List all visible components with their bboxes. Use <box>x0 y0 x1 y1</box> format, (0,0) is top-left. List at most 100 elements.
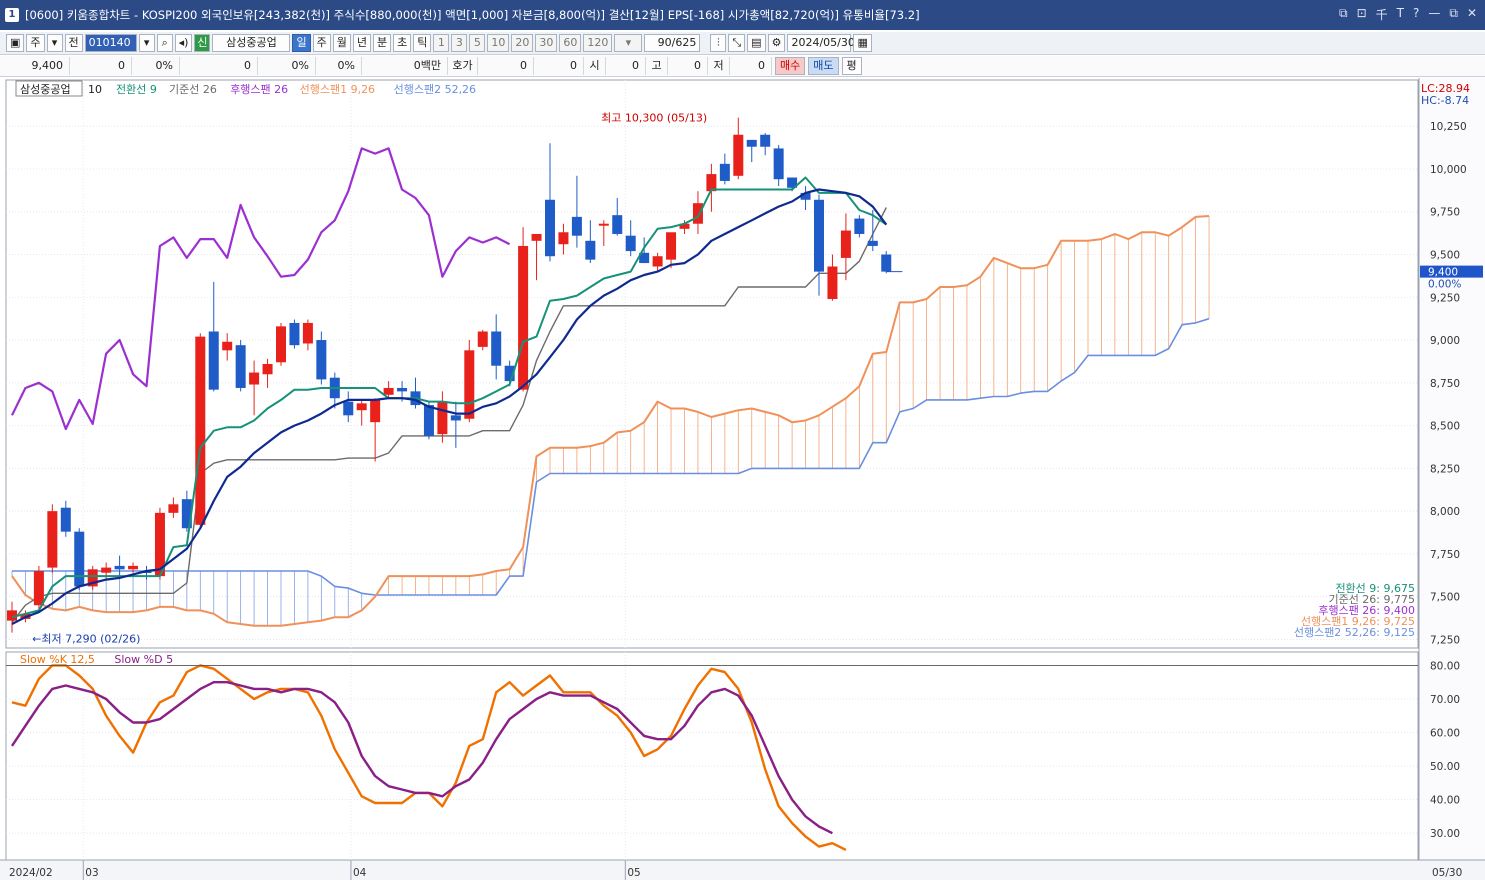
stochastic-legend-item: Slow %D 5 <box>114 653 173 666</box>
text-icon[interactable]: T <box>1397 6 1404 23</box>
stochastic-y-tick-label: 30.00 <box>1430 828 1460 840</box>
minute-option-10[interactable]: 10 <box>487 34 510 52</box>
x-axis-area <box>0 860 1485 880</box>
open-label: 시 <box>584 57 606 75</box>
settings-gear-icon[interactable]: ⚙ <box>767 34 786 52</box>
open-value: 0 <box>606 57 646 75</box>
x-tick-label: 2024/02 <box>9 867 53 879</box>
main-y-tick-label: 9,000 <box>1430 335 1460 347</box>
tab-day[interactable]: 일 <box>292 34 311 52</box>
candle-body <box>276 326 286 363</box>
low-label: 저 <box>708 57 730 75</box>
hoga-label: 호가 <box>448 57 478 75</box>
tab-second[interactable]: 초 <box>393 34 412 52</box>
custom-minute-input[interactable]: ▾ <box>614 34 643 52</box>
panel-toggle-icon[interactable]: ▣ <box>6 34 25 52</box>
minute-option-20[interactable]: 20 <box>511 34 534 52</box>
minute-option-5[interactable]: 5 <box>469 34 486 52</box>
date-input[interactable]: 2024/05/30 <box>787 34 855 52</box>
price-change: 0 <box>70 57 132 75</box>
low-value: 0 <box>730 57 772 75</box>
pin-icon[interactable]: 千 <box>1376 6 1388 23</box>
current-pct-label: 0.00% <box>1428 279 1461 291</box>
candle-body <box>114 565 125 570</box>
trade-amount: 0백만 <box>362 57 448 75</box>
speaker-icon[interactable]: ◂) <box>174 34 193 52</box>
help-icon[interactable]: ? <box>1413 6 1419 23</box>
calendar-icon[interactable]: ▦ <box>853 34 872 52</box>
candle-body <box>760 134 771 147</box>
dropdown-arrow-icon[interactable]: ▾ <box>46 34 63 52</box>
candle-body <box>128 565 139 570</box>
sell-order-button[interactable]: 매도 <box>808 57 839 75</box>
layout-icon[interactable]: ⊡ <box>1357 6 1367 23</box>
minute-option-30[interactable]: 30 <box>535 34 558 52</box>
candle-body <box>558 232 569 245</box>
tab-year[interactable]: 년 <box>352 34 371 52</box>
tab-minute[interactable]: 분 <box>372 34 392 52</box>
candle-body <box>208 331 219 390</box>
prefix-button[interactable]: 전 <box>64 34 83 52</box>
code-dropdown-icon[interactable]: ▾ <box>138 34 155 52</box>
minute-option-120[interactable]: 120 <box>583 34 613 52</box>
crosshair-icon[interactable]: ⤡ <box>728 34 746 52</box>
candle-body <box>518 245 529 390</box>
main-y-tick-label: 9,250 <box>1430 292 1460 304</box>
candle-body <box>612 215 623 234</box>
candle-body <box>531 233 542 241</box>
stochastic-y-tick-label: 60.00 <box>1430 728 1460 740</box>
main-y-tick-label: 10,250 <box>1430 121 1467 133</box>
count-display[interactable]: 90/625 <box>644 34 701 52</box>
candle-body <box>545 199 555 257</box>
minute-option-60[interactable]: 60 <box>559 34 582 52</box>
minimize-icon[interactable]: — <box>1428 6 1440 23</box>
main-y-tick-label: 8,500 <box>1430 421 1460 433</box>
minute-option-1[interactable]: 1 <box>433 34 450 52</box>
candle-body <box>773 148 784 180</box>
legend-item: 선행스팬1 9,26 <box>300 83 375 96</box>
average-button[interactable]: 평 <box>841 57 862 75</box>
candle-body <box>814 199 824 272</box>
current-price: 9,400 <box>0 57 70 75</box>
candle-body <box>383 387 394 395</box>
high-value: 0 <box>668 57 708 75</box>
stock-code-input[interactable]: 010140 <box>84 34 137 52</box>
x-tick-label: 04 <box>353 867 367 879</box>
chart-area[interactable]: 10,250 10,000 9,750 9,500 9,250 9,000 8,750 8,5… <box>0 78 1485 880</box>
candle-body <box>585 240 596 260</box>
quote-bar: 9,400 0 0% 0 0% 0% 0백만 호가 0 0 시 0 고 0 저 … <box>0 56 1485 77</box>
market-type-select[interactable]: 주 <box>26 34 45 52</box>
high-label: 고 <box>646 57 668 75</box>
maximize-icon[interactable]: ⧉ <box>1449 6 1458 23</box>
candle-body <box>598 223 609 226</box>
candle-type-icon[interactable]: ⫶ <box>710 34 727 52</box>
close-icon[interactable]: ✕ <box>1467 6 1477 23</box>
legend-item: 전환선 9 <box>116 83 157 96</box>
candle-body <box>356 403 367 411</box>
tab-month[interactable]: 월 <box>332 34 351 52</box>
candle-body <box>249 372 260 385</box>
search-icon[interactable]: ⌕ <box>156 34 173 52</box>
main-y-tick-label: 7,250 <box>1430 634 1460 646</box>
save-icon[interactable]: ▤ <box>747 34 766 52</box>
candle-body <box>262 364 273 375</box>
buy-order-button[interactable]: 매수 <box>775 57 806 75</box>
candle-body <box>423 405 434 436</box>
candle-body <box>491 331 502 366</box>
chart-background <box>0 78 1485 880</box>
legend-item: 기준선 26 <box>169 83 217 96</box>
restore-icon[interactable]: ⧉ <box>1339 6 1348 23</box>
stochastic-y-tick-label: 50.00 <box>1430 761 1460 773</box>
minute-option-3[interactable]: 3 <box>451 34 468 52</box>
candle-body <box>840 230 851 258</box>
credit-badge: 신 <box>194 34 211 52</box>
candle-body <box>450 415 461 421</box>
tab-week[interactable]: 주 <box>312 34 331 52</box>
candle-body <box>101 567 112 573</box>
x-end-label: 05/30 <box>1432 867 1462 879</box>
candle-body <box>316 340 327 380</box>
candle-body <box>464 350 475 419</box>
tab-tick[interactable]: 틱 <box>413 34 432 52</box>
candle-body <box>571 216 582 236</box>
legend-stock-name: 삼성중공업 <box>20 83 71 96</box>
